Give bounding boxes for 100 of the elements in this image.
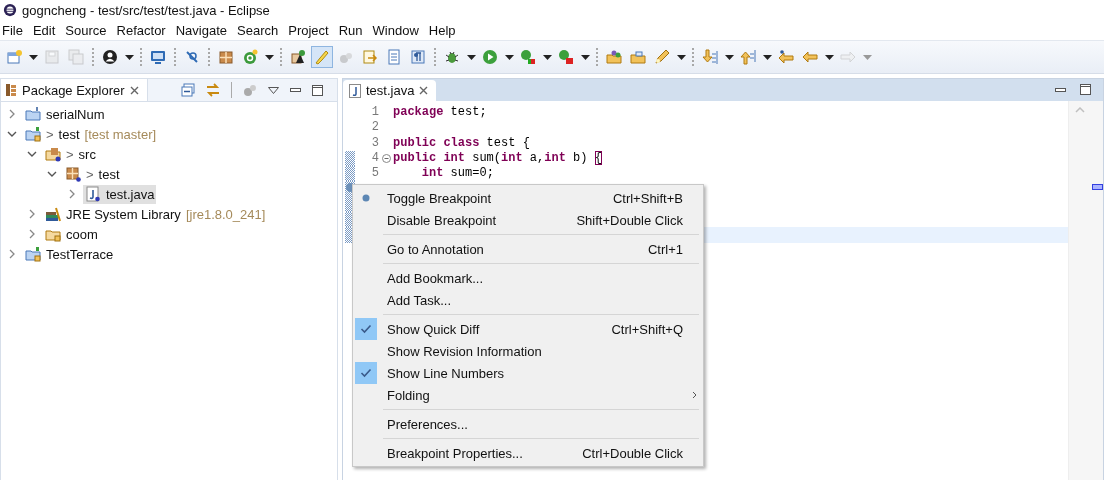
menu-item[interactable]: File [2, 22, 31, 38]
package-explorer-icon [5, 83, 17, 97]
line-number: 5 [371, 166, 379, 181]
eclipse-logo-icon [3, 3, 17, 17]
code-line: public class test { [393, 135, 530, 150]
menu-item[interactable]: Go to Annotation Ctrl+1 [353, 238, 703, 260]
new-class-icon [242, 49, 258, 65]
dirty-mark: > [46, 126, 54, 142]
menu-item[interactable]: Navigate [173, 22, 235, 38]
menu-item[interactable]: Toggle Breakpoint Ctrl+Shift+B [353, 187, 703, 209]
prev-annotation-icon [740, 49, 756, 65]
caret-icon [542, 54, 552, 60]
forward-icon [840, 49, 856, 65]
tree-label: src [78, 146, 96, 162]
new-file-icon [6, 49, 22, 65]
menu-item[interactable]: Search [235, 22, 287, 38]
menu-item[interactable]: Show Line Numbers [353, 362, 703, 384]
line-number: 1 [371, 105, 379, 119]
caret-icon [762, 54, 772, 60]
menu-item[interactable]: Window [370, 22, 427, 38]
menu-item[interactable]: Refactor [114, 22, 174, 38]
menu-item[interactable]: Show Revision Information [353, 340, 703, 362]
tree-decoration: [jre1.8.0_241] [185, 206, 266, 222]
dirty-mark: > [66, 146, 74, 162]
line-number: 4 [371, 150, 379, 165]
menu-item[interactable]: Help [426, 22, 464, 38]
menu-item[interactable]: Preferences... [353, 413, 703, 435]
checkmark-icon [360, 368, 372, 378]
breakpoint-icon [362, 194, 370, 202]
maximize-icon[interactable] [312, 84, 323, 96]
run-icon [482, 49, 498, 65]
code-line: int sum=0; [420, 166, 494, 181]
window-title: gogncheng - test/src/test/test.java - Eclipse [22, 2, 270, 18]
tab-title: test.java [366, 83, 415, 98]
annotation-marker[interactable] [1092, 184, 1103, 190]
menu-item[interactable]: Add Bookmark... [353, 267, 703, 289]
menu-item[interactable]: Breakpoint Properties... Ctrl+Double Click [353, 442, 703, 464]
tree-decoration: [test master] [84, 126, 157, 142]
tree-item[interactable]: test.java [83, 184, 157, 204]
task-icon [362, 49, 378, 65]
caret-icon [676, 54, 686, 60]
minimize-icon[interactable] [1055, 87, 1066, 92]
view-menu-icon[interactable] [268, 86, 279, 94]
minimize-icon[interactable] [290, 88, 301, 92]
pin-icon [184, 49, 200, 65]
caret-icon [724, 54, 734, 60]
tree-item[interactable]: > src [43, 144, 98, 164]
paragraph-icon [410, 49, 426, 65]
editor-tab[interactable]: test.java [343, 80, 437, 101]
save-all-icon [68, 49, 84, 65]
folder-icon [630, 49, 646, 65]
hierarchy-icon [290, 49, 306, 65]
menu-item[interactable]: Run [336, 22, 371, 38]
tree-item[interactable]: TestTerrace [23, 244, 116, 264]
dirty-mark: > [86, 166, 94, 182]
maximize-icon[interactable] [1080, 84, 1091, 95]
tree-item[interactable]: JRE System Library [jre1.8.0_241] [43, 204, 268, 224]
next-annotation-icon [702, 49, 718, 65]
code-line: package test; [393, 105, 487, 119]
back-icon [802, 49, 818, 65]
tree-item[interactable]: serialNum [23, 104, 107, 124]
menu-item[interactable]: Source [63, 22, 115, 38]
tree-item[interactable]: coom [43, 224, 100, 244]
line-number: 3 [371, 135, 379, 150]
menu-item[interactable]: Edit [30, 22, 64, 38]
menu-item[interactable]: Project [286, 22, 337, 38]
caret-icon [580, 54, 590, 60]
tree-label: JRE System Library [66, 206, 181, 222]
collapse-all-icon[interactable] [181, 83, 195, 97]
tree-label: coom [66, 226, 98, 242]
menu-item[interactable]: Add Task... [353, 289, 703, 311]
menu-item[interactable]: Folding [353, 384, 703, 406]
coverage-icon [520, 49, 536, 65]
caret-icon [264, 54, 274, 60]
view-tab[interactable]: Package Explorer [1, 79, 148, 101]
tree-label: test.java [106, 186, 155, 202]
close-icon[interactable] [129, 85, 139, 95]
tree-item[interactable]: > test [63, 164, 122, 184]
run-external-icon [558, 49, 574, 65]
view-title: Package Explorer [22, 82, 125, 98]
menu-item[interactable]: Disable Breakpoint Shift+Double Click [353, 209, 703, 231]
pen-icon [654, 49, 670, 65]
caret-icon [504, 54, 514, 60]
open-project-icon [606, 49, 622, 65]
bug-icon [444, 49, 460, 65]
link-arrows-icon[interactable] [206, 83, 220, 97]
java-file-icon [349, 83, 361, 98]
close-icon[interactable] [419, 86, 429, 95]
save-icon [44, 49, 60, 65]
menu-item[interactable]: Show Quick Diff Ctrl+Shift+Q [353, 318, 703, 340]
tree-label: serialNum [46, 106, 105, 122]
caret-icon [124, 54, 134, 60]
caret-icon [824, 54, 834, 60]
line-number: 2 [371, 120, 379, 135]
tree-label: test [58, 126, 80, 142]
tree-item[interactable]: > test [test master] [23, 124, 159, 144]
fold-icon[interactable] [381, 154, 391, 164]
tree-label: TestTerrace [46, 246, 114, 262]
tree-label: test [98, 166, 120, 182]
caret-icon [466, 54, 476, 60]
